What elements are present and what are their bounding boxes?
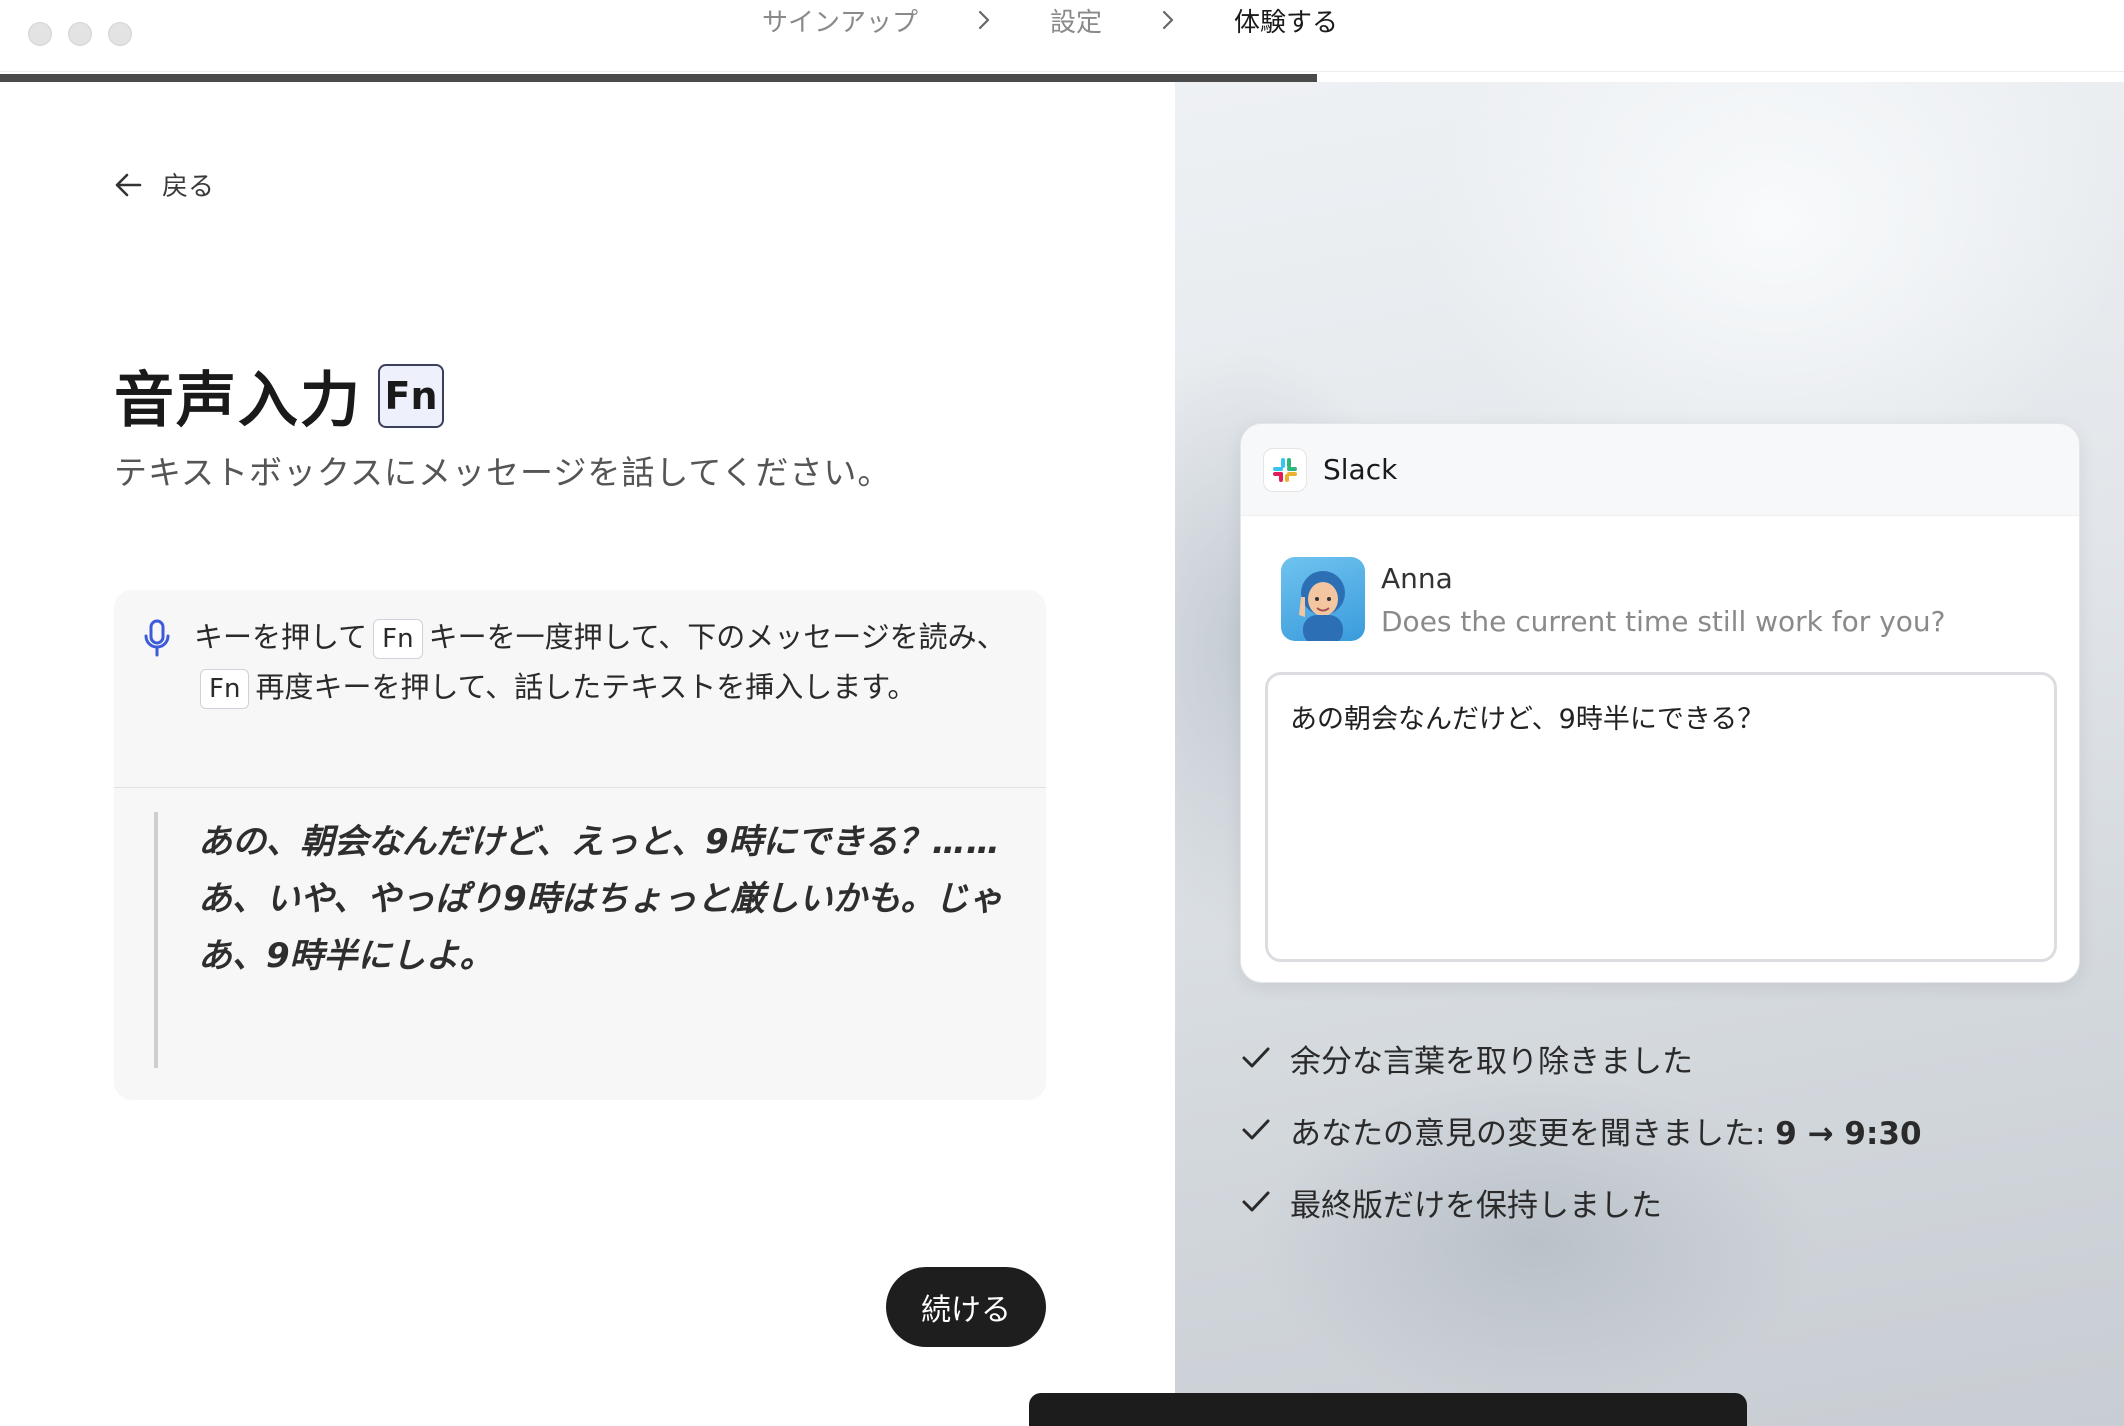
page-heading: 音声入力 Fn xyxy=(114,352,444,439)
progress-bar xyxy=(0,74,2124,82)
page-subtitle: テキストボックスにメッセージを話してください。 xyxy=(114,453,892,492)
page-title: 音声入力 xyxy=(114,366,362,436)
window-controls xyxy=(28,22,132,46)
zoom-window-button[interactable] xyxy=(108,22,132,46)
slack-header: Slack xyxy=(1241,424,2079,516)
checkmark-icon xyxy=(1242,1047,1270,1068)
left-panel: 戻る 音声入力 Fn テキストボックスにメッセージを話してください。 キーを押し… xyxy=(0,82,1175,1426)
fn-key-inline: Fn xyxy=(373,619,423,659)
step-try: 体験する xyxy=(1234,7,1339,38)
slack-card: Slack Anna Does the current time still w… xyxy=(1240,423,2080,983)
title-bar: サインアップ 設定 体験する xyxy=(0,0,2124,72)
check-label: あなたの意見の変更を聞きました: xyxy=(1290,1115,1776,1152)
microphone-icon xyxy=(144,619,170,657)
step-breadcrumb: サインアップ 設定 体験する xyxy=(762,0,1338,40)
check-label: 最終版だけを保持しました xyxy=(1290,1187,1662,1224)
minimize-window-button[interactable] xyxy=(68,22,92,46)
slack-logo-icon xyxy=(1263,447,1307,492)
arrow-left-icon xyxy=(115,173,142,196)
quote-text: あの、朝会なんだけど、えっと、9時にできる？……あ、いや、やっぱり9時はちょっと… xyxy=(198,822,1003,976)
checkmark-icon xyxy=(1242,1119,1270,1140)
result-checklist: 余分な言葉を取り除きました あなたの意見の変更を聞きました: 9 → 9:30 … xyxy=(1240,1022,1922,1238)
check-text: 最終版だけを保持しました xyxy=(1290,1180,1662,1225)
check-label: 余分な言葉を取り除きました xyxy=(1290,1043,1693,1080)
fn-key-inline: Fn xyxy=(200,669,250,709)
instruction-part-3: 再度キーを押して、話したテキストを挿入します。 xyxy=(255,670,917,704)
back-label: 戻る xyxy=(162,172,215,202)
check-item: あなたの意見の変更を聞きました: 9 → 9:30 xyxy=(1240,1094,1922,1166)
instruction-part-2: キーを一度押して、下のメッセージを読み、 xyxy=(428,620,1006,654)
checkmark-icon xyxy=(1242,1191,1270,1212)
app-window: サインアップ 設定 体験する 戻る 音声入力 Fn テキストボックスにメッセージ… xyxy=(0,0,2124,1426)
avatar xyxy=(1281,557,1365,641)
instruction-header: キーを押して Fn キーを一度押して、下のメッセージを読み、 Fn 再度キーを押して、… xyxy=(114,590,1046,788)
check-text: あなたの意見の変更を聞きました: 9 → 9:30 xyxy=(1290,1108,1922,1153)
step-signup: サインアップ xyxy=(762,7,919,38)
check-text: 余分な言葉を取り除きました xyxy=(1290,1036,1693,1081)
chevron-right-icon xyxy=(978,10,990,30)
preview-panel: Slack Anna Does the current time still w… xyxy=(1175,82,2124,1426)
app-name: Slack xyxy=(1323,453,1398,486)
chevron-right-icon xyxy=(1162,10,1174,30)
message-item: Anna Does the current time still work fo… xyxy=(1281,557,1946,645)
progress-bar-fill xyxy=(0,74,1317,82)
check-item: 最終版だけを保持しました xyxy=(1240,1166,1922,1238)
check-item: 余分な言葉を取り除きました xyxy=(1240,1022,1922,1094)
message-author: Anna xyxy=(1381,562,1453,595)
continue-button[interactable]: 続ける xyxy=(886,1267,1046,1347)
close-window-button[interactable] xyxy=(28,22,52,46)
message-body: Anna Does the current time still work fo… xyxy=(1381,557,1946,645)
bottom-floating-bar xyxy=(1029,1393,1747,1426)
instruction-card: キーを押して Fn キーを一度押して、下のメッセージを読み、 Fn 再度キーを押して、… xyxy=(114,590,1046,1100)
compose-textbox[interactable]: あの朝会なんだけど、9時半にできる？ xyxy=(1265,672,2057,962)
message-text: Does the current time still work for you… xyxy=(1381,605,1946,638)
instruction-part-1: キーを押して xyxy=(194,620,368,654)
step-settings: 設定 xyxy=(1050,7,1103,38)
fn-key-badge: Fn xyxy=(378,363,444,428)
back-button[interactable]: 戻る xyxy=(114,166,214,203)
time-change-value: 9 → 9:30 xyxy=(1775,1115,1922,1152)
sample-quote: あの、朝会なんだけど、えっと、9時にできる？……あ、いや、やっぱり9時はちょっと… xyxy=(154,812,1016,1068)
instruction-text: キーを押して Fn キーを一度押して、下のメッセージを読み、 Fn 再度キーを押して、… xyxy=(194,612,1024,712)
